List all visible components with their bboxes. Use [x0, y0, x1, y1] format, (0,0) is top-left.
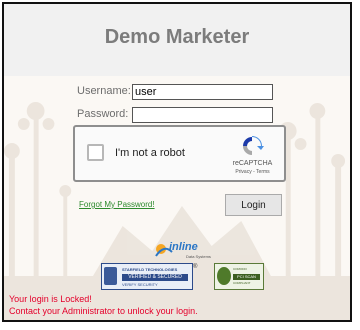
- header-bar: Demo Marketer: [4, 4, 350, 76]
- recaptcha-icon: [243, 136, 264, 155]
- password-input[interactable]: [132, 107, 273, 123]
- recaptcha-label: I'm not a robot: [115, 147, 185, 159]
- login-button[interactable]: Login: [225, 194, 282, 216]
- error-contact-message: Contact your Administrator to unlock you…: [9, 306, 198, 316]
- inline-logo-text: inline: [169, 241, 198, 253]
- username-label: Username:: [77, 85, 131, 97]
- recaptcha-checkbox[interactable]: [87, 144, 104, 161]
- password-label: Password:: [77, 108, 129, 120]
- login-window: Demo Marketer Username: Password:: [2, 2, 352, 322]
- starfield-badge-title: STARFIELD TECHNOLOGIES: [122, 267, 178, 272]
- recaptcha-brand: reCAPTCHA: [232, 160, 273, 167]
- registered-mark-icon: ®: [193, 264, 198, 270]
- starfield-badge-verify: VERIFY SECURITY: [122, 282, 158, 287]
- shield-icon: [217, 267, 231, 285]
- forgot-password-link[interactable]: Forgot My Password!: [79, 200, 155, 209]
- error-locked-message: Your login is Locked!: [9, 294, 92, 304]
- comodo-badge-title: COMODO: [233, 267, 247, 271]
- recaptcha-links[interactable]: Privacy - Terms: [225, 169, 280, 175]
- comodo-badge-status: PCI SCAN: [233, 274, 260, 280]
- comodo-pci-badge[interactable]: COMODO PCI SCAN COMPLIANT: [214, 263, 264, 290]
- comodo-badge-compliant: COMPLIANT: [233, 281, 251, 285]
- username-input[interactable]: [132, 84, 273, 100]
- page-title: Demo Marketer: [104, 26, 250, 48]
- starfield-security-badge[interactable]: STARFIELD TECHNOLOGIES VERIFIED & SECURE…: [101, 263, 193, 290]
- starfield-badge-status: VERIFIED & SECURED: [122, 274, 188, 281]
- lock-icon: [104, 267, 117, 285]
- inline-logo-subtext: Data Systems: [186, 254, 211, 259]
- recaptcha-widget: I'm not a robot reCAPTCHA Privacy - Term…: [73, 125, 286, 182]
